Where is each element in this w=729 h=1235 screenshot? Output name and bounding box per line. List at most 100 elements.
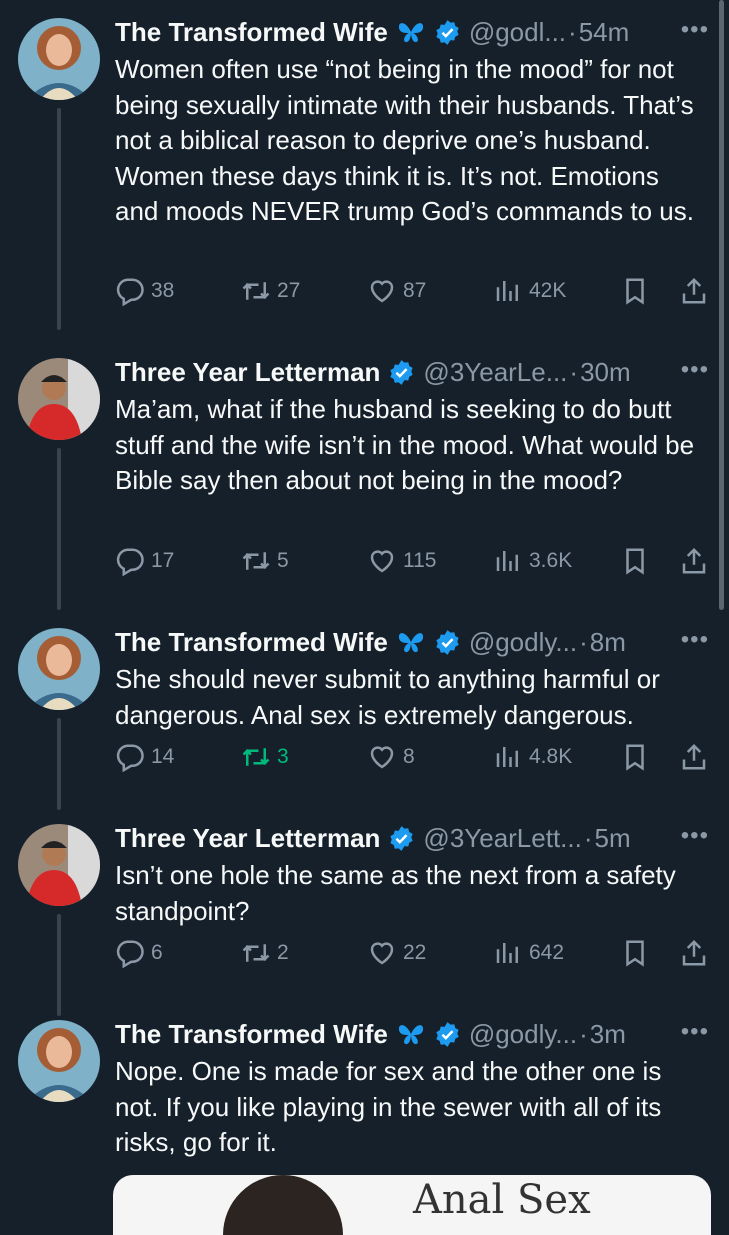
timestamp[interactable]: 8m	[590, 627, 626, 658]
tweet-text: Women often use “not being in the mood” …	[115, 54, 694, 226]
bookmark-button[interactable]	[620, 276, 650, 306]
views-icon	[496, 747, 518, 767]
action-bar: 6 2 22 642	[115, 938, 709, 978]
bookmark-icon	[626, 744, 644, 771]
link-card-preview[interactable]: Anal Sex	[113, 1175, 711, 1235]
bookmark-icon	[626, 940, 644, 967]
tweet[interactable]: The Transformed Wife @godly... · 8m ••• …	[0, 610, 729, 810]
verified-badge-icon	[436, 19, 459, 45]
action-bar: 38 27 87 42K	[115, 276, 709, 316]
reply-button[interactable]: 38	[115, 276, 174, 306]
separator: ·	[579, 1018, 588, 1049]
avatar-transformed-wife[interactable]	[18, 628, 100, 710]
thread-line	[57, 448, 61, 610]
avatar-three-year-letterman[interactable]	[18, 358, 100, 440]
share-button[interactable]	[679, 276, 709, 306]
more-options-icon[interactable]: •••	[681, 626, 709, 654]
thread-line	[57, 718, 61, 810]
like-count: 22	[403, 941, 427, 964]
timestamp[interactable]: 5m	[595, 823, 631, 854]
share-icon	[682, 277, 706, 304]
verified-badge-icon	[390, 825, 414, 851]
reply-button[interactable]: 17	[115, 546, 174, 576]
timestamp[interactable]: 54m	[579, 17, 630, 48]
tweet-header: The Transformed Wife @godl... · 54m •••	[115, 14, 709, 50]
tweet-text: Ma’am, what if the husband is seeking to…	[115, 394, 695, 495]
retweet-icon	[242, 282, 270, 300]
more-options-icon[interactable]: •••	[681, 16, 709, 44]
handle[interactable]: @godly...	[469, 1019, 577, 1050]
views-button[interactable]: 642	[493, 938, 564, 968]
retweet-icon	[242, 748, 270, 766]
reply-count: 14	[151, 745, 175, 768]
reply-button[interactable]: 14	[115, 742, 174, 772]
retweet-count: 27	[277, 279, 301, 302]
like-button[interactable]: 115	[367, 546, 436, 576]
butterfly-emoji-icon	[398, 23, 423, 43]
tweet[interactable]: Three Year Letterman @3YearLe... · 30m •…	[0, 340, 729, 610]
butterfly-emoji-icon	[398, 1025, 423, 1045]
tweet-header: Three Year Letterman @3YearLe... · 30m •…	[115, 354, 709, 390]
views-icon	[496, 943, 518, 963]
tweet-text: Isn’t one hole the same as the next from…	[115, 860, 676, 926]
thread-line	[57, 914, 61, 1016]
reply-icon	[116, 940, 144, 968]
like-count: 115	[403, 549, 437, 572]
timestamp[interactable]: 3m	[590, 1019, 626, 1050]
more-options-icon[interactable]: •••	[681, 822, 709, 850]
display-name[interactable]: The Transformed Wife	[115, 1019, 388, 1050]
bookmark-button[interactable]	[620, 938, 650, 968]
action-bar: 17 5 115 3.6K	[115, 546, 709, 586]
views-count: 42K	[529, 279, 567, 302]
reply-icon	[116, 548, 144, 576]
handle[interactable]: @3YearLett...	[423, 823, 581, 854]
bookmark-button[interactable]	[620, 546, 650, 576]
avatar-three-year-letterman[interactable]	[18, 824, 100, 906]
retweet-button[interactable]: 5	[241, 546, 289, 576]
tweet-header: The Transformed Wife @godly... · 8m •••	[115, 624, 709, 660]
tweet[interactable]: The Transformed Wife @godly... · 3m ••• …	[0, 1002, 729, 1200]
share-icon	[682, 547, 706, 574]
reply-count: 38	[151, 279, 175, 302]
handle[interactable]: @godly...	[469, 627, 577, 658]
handle[interactable]: @godl...	[469, 17, 566, 48]
share-icon	[682, 939, 706, 966]
reply-button[interactable]: 6	[115, 938, 163, 968]
bookmark-button[interactable]	[620, 742, 650, 772]
retweet-count: 5	[277, 549, 289, 572]
like-count: 8	[403, 745, 415, 768]
heart-icon	[370, 746, 394, 769]
like-button[interactable]: 8	[367, 742, 415, 772]
like-count: 87	[403, 279, 427, 302]
views-button[interactable]: 4.8K	[493, 742, 572, 772]
display-name[interactable]: The Transformed Wife	[115, 627, 388, 658]
share-button[interactable]	[679, 938, 709, 968]
retweet-count: 2	[277, 941, 289, 964]
like-button[interactable]: 87	[367, 276, 426, 306]
avatar-transformed-wife[interactable]	[18, 1020, 100, 1102]
display-name[interactable]: The Transformed Wife	[115, 17, 388, 48]
reply-icon	[116, 278, 144, 306]
display-name[interactable]: Three Year Letterman	[115, 823, 380, 854]
handle[interactable]: @3YearLe...	[423, 357, 567, 388]
display-name[interactable]: Three Year Letterman	[115, 357, 380, 388]
retweet-button[interactable]: 27	[241, 276, 300, 306]
share-button[interactable]	[679, 546, 709, 576]
butterfly-emoji-icon	[398, 633, 423, 653]
retweet-button[interactable]: 2	[241, 938, 289, 968]
more-options-icon[interactable]: •••	[681, 1018, 709, 1046]
tweet[interactable]: The Transformed Wife @godl... · 54m ••• …	[0, 0, 729, 330]
like-button[interactable]: 22	[367, 938, 426, 968]
more-options-icon[interactable]: •••	[681, 356, 709, 384]
separator: ·	[569, 356, 579, 387]
views-button[interactable]: 3.6K	[493, 546, 572, 576]
avatar-transformed-wife[interactable]	[18, 18, 100, 100]
tweet-header: The Transformed Wife @godly... · 3m •••	[115, 1016, 709, 1052]
retweet-button[interactable]: 3	[241, 742, 289, 772]
views-button[interactable]: 42K	[493, 276, 566, 306]
scrollbar[interactable]	[719, 0, 724, 610]
share-button[interactable]	[679, 742, 709, 772]
tweet[interactable]: Three Year Letterman @3YearLett... · 5m …	[0, 806, 729, 1016]
views-icon	[496, 281, 518, 301]
timestamp[interactable]: 30m	[580, 357, 631, 388]
